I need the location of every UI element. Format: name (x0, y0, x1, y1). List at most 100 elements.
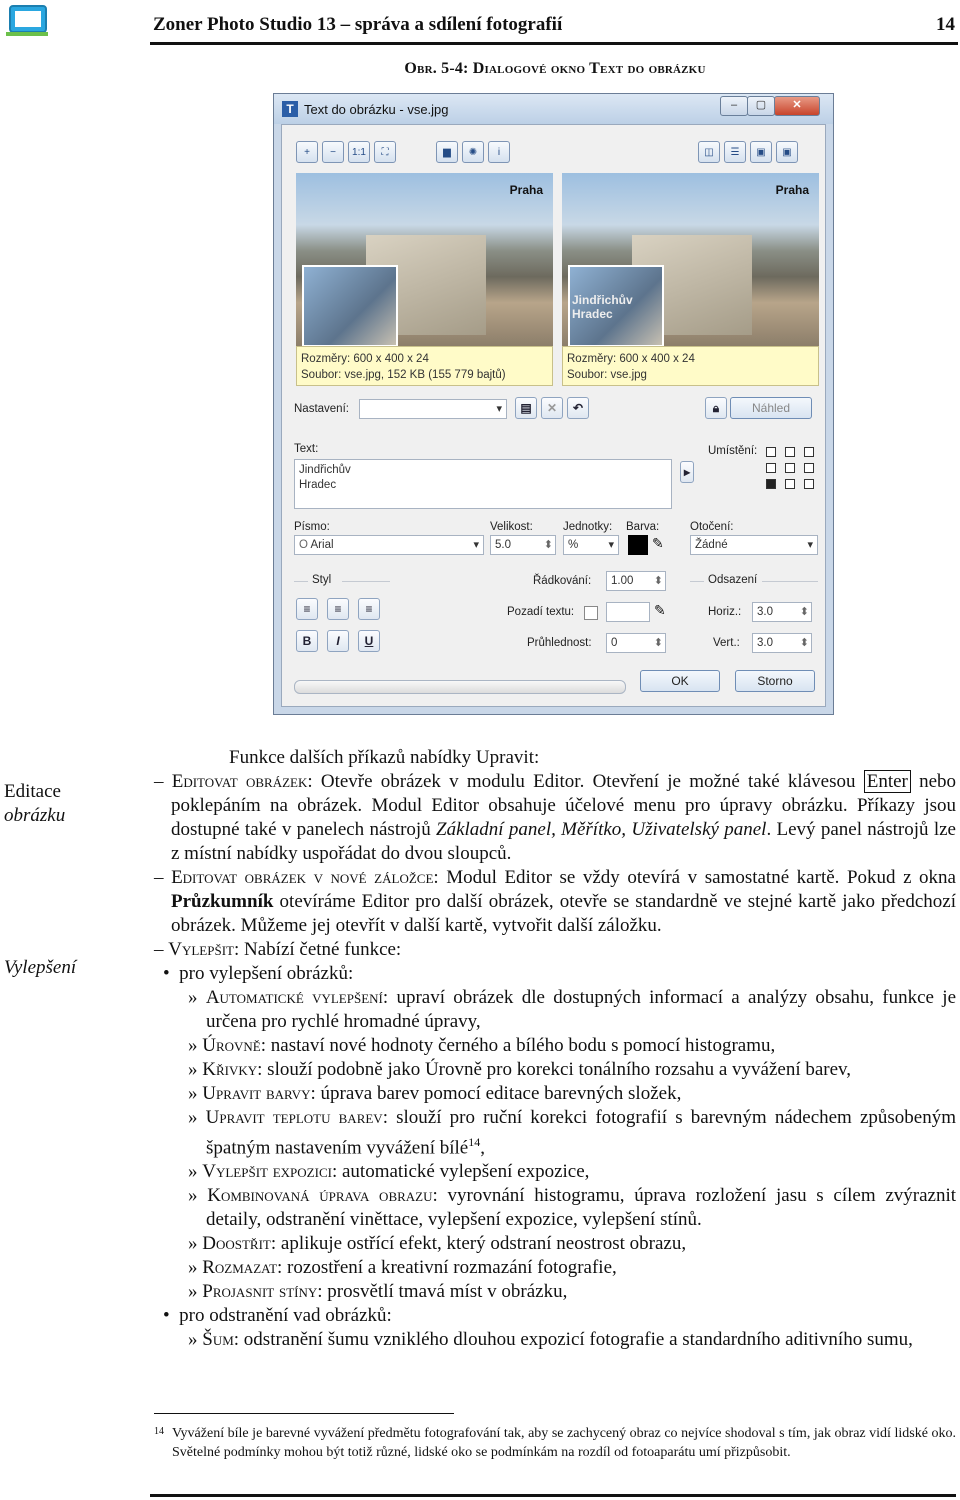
layout-side-icon[interactable]: ◫ (698, 141, 720, 163)
margin-note-vylepseni: Vylepšení (4, 957, 77, 978)
units-label: Jednotky: (563, 521, 613, 533)
preview-original-icon[interactable]: ▣ (776, 141, 798, 163)
vertical-input[interactable]: 3.0 (752, 633, 812, 653)
fit-icon[interactable]: ⛶ (374, 141, 396, 163)
text-label: Text: (294, 443, 319, 455)
preview-single-icon[interactable]: ▣ (750, 141, 772, 163)
eyedropper-icon[interactable]: ✎ (652, 535, 664, 552)
logo-icon (6, 5, 48, 36)
bullet-vady: • pro odstranění vad obrázků: (163, 1305, 392, 1327)
position-label: Umístění: (708, 445, 758, 457)
font-select[interactable]: O Arial (294, 535, 484, 555)
highlight-icon[interactable]: ✺ (462, 141, 484, 163)
insert-arrow-icon[interactable]: ▸ (680, 461, 694, 483)
page-header-title: Zoner Photo Studio 13 – správa a sdílení… (153, 14, 563, 35)
settings-select[interactable] (359, 399, 507, 419)
close-button[interactable]: ✕ (774, 96, 820, 116)
intro-paragraph: Funkce dalších příkazů nabídky Upravit: (229, 747, 540, 768)
paragraph-vylepsit: – Vylepšit: Nabízí četné funkce: (154, 939, 402, 960)
settings-label: Nastavení: (294, 403, 349, 415)
opacity-label: Průhlednost: (527, 637, 592, 649)
preview-button[interactable]: Náhled (730, 397, 812, 419)
text-dialog-window: T Text do obrázku - vse.jpg – ▢ ✕ + − 1:… (273, 93, 834, 715)
dialog-title: Text do obrázku - vse.jpg (304, 102, 449, 117)
footnote-rule (154, 1413, 454, 1414)
cancel-button[interactable]: Storno (735, 670, 815, 692)
save-icon[interactable]: ▤ (515, 397, 537, 419)
text-background-label: Pozadí textu: (507, 606, 575, 618)
paragraph-editovat-zalozka: – Editovat obrázek v nové záložce: Modul… (154, 867, 956, 936)
list-item: » Upravit teplotu barev: slouží pro ručn… (188, 1107, 956, 1159)
eyedropper-icon[interactable]: ✎ (654, 602, 666, 619)
list-item: » Projasnit stíny: prosvětlí tmavá míst … (188, 1281, 568, 1303)
italic-button[interactable]: I (327, 630, 349, 652)
group-rule (762, 581, 818, 582)
list-item: » Vylepšit expozici: automatické vylepše… (188, 1161, 590, 1183)
horizontal-input[interactable]: 3.0 (752, 602, 812, 622)
color-swatch[interactable] (628, 535, 648, 555)
enter-key: Enter (863, 770, 911, 793)
layout-stack-icon[interactable]: ☰ (724, 141, 746, 163)
units-select[interactable]: % (563, 535, 619, 555)
photo-label: Praha (775, 183, 809, 197)
text-background-checkbox[interactable] (584, 606, 598, 620)
preview-info: Rozměry: 600 x 400 x 24 Soubor: vse.jpg (562, 346, 819, 386)
figure-caption: Obr. 5-4: Dialogové okno Text do obrázku (404, 60, 706, 77)
original-photo: Praha (296, 173, 553, 347)
vertical-label: Vert.: (713, 637, 740, 649)
horizontal-label: Horiz.: (708, 606, 742, 618)
line-spacing-input[interactable]: 1.00 (606, 571, 666, 591)
ok-button[interactable]: OK (640, 670, 720, 692)
line-spacing-label: Řádkování: (533, 575, 592, 587)
align-center-icon[interactable]: ≡ (327, 598, 349, 620)
header-rule (150, 42, 958, 45)
page-number: 14 (936, 14, 955, 35)
preview-photo: Praha Jindřichův Hradec (562, 173, 819, 347)
info-icon[interactable]: i (488, 141, 510, 163)
list-item: » Upravit barvy: úprava barev pomocí edi… (188, 1083, 682, 1104)
progress-bar (294, 680, 626, 694)
underline-button[interactable]: U (358, 630, 380, 652)
dialog-client: + − 1:1 ⛶ ▆ ✺ i ◫ ☰ ▣ ▣ Praha Praha Jind… (281, 124, 826, 707)
list-item: » Automatické vylepšení: upraví obrázek … (188, 987, 956, 1032)
delete-icon[interactable]: ✕ (541, 397, 563, 419)
paragraph-editovat: – Editovat obrázek: Otevře obrázek v mod… (154, 770, 957, 864)
minimize-button[interactable]: – (720, 96, 748, 116)
rotation-select[interactable]: Žádné (690, 535, 818, 555)
bullet-vylepseni: • pro vylepšení obrázků: (163, 963, 354, 984)
footer-rule (150, 1494, 956, 1497)
bold-button[interactable]: B (296, 630, 318, 652)
margin-note-editace: Editace obrázku (4, 781, 66, 826)
footnote: 14 Vyvážení bíle je barevné vyvážení pře… (154, 1426, 956, 1460)
improvement-list: » Automatické vylepšení: upraví obrázek … (154, 986, 956, 1304)
list-item: » Úrovně: nastaví nové hodnoty černého a… (188, 1035, 776, 1056)
background-color-swatch[interactable] (606, 602, 650, 622)
size-input[interactable]: 5.0 (490, 535, 556, 555)
zoom-1to1-icon[interactable]: 1:1 (348, 141, 370, 163)
text-input[interactable]: Jindřichův Hradec (294, 459, 672, 509)
overlay-text: Jindřichův Hradec (572, 293, 633, 321)
histogram-icon[interactable]: ▆ (436, 141, 458, 163)
size-label: Velikost: (490, 521, 533, 533)
lock-icon[interactable]: 🔒︎ (705, 397, 727, 419)
opacity-input[interactable]: 0 (606, 633, 666, 653)
undo-icon[interactable]: ↶ (567, 397, 589, 419)
original-info: Rozměry: 600 x 400 x 24 Soubor: vse.jpg, … (296, 346, 553, 386)
group-rule (342, 581, 390, 582)
list-item: » Kombinovaná úprava obrazu: vyrovnání h… (188, 1185, 957, 1231)
group-rule (690, 581, 704, 582)
maximize-button[interactable]: ▢ (747, 96, 775, 116)
dialog-titlebar: T Text do obrázku - vse.jpg – ▢ ✕ (274, 94, 833, 124)
rotation-label: Otočení: (690, 521, 734, 533)
list-item: » Doostřit: aplikuje ostřící efekt, kter… (188, 1233, 687, 1255)
inset-photo (302, 265, 398, 347)
offset-group-label: Odsazení (708, 574, 758, 586)
text-tool-icon: T (282, 101, 298, 117)
align-left-icon[interactable]: ≡ (296, 598, 318, 620)
align-right-icon[interactable]: ≡ (358, 598, 380, 620)
style-group-label: Styl (312, 574, 332, 586)
zoom-out-icon[interactable]: − (322, 141, 344, 163)
zoom-in-icon[interactable]: + (296, 141, 318, 163)
group-rule (294, 581, 308, 582)
font-label: Písmo: (294, 521, 330, 533)
